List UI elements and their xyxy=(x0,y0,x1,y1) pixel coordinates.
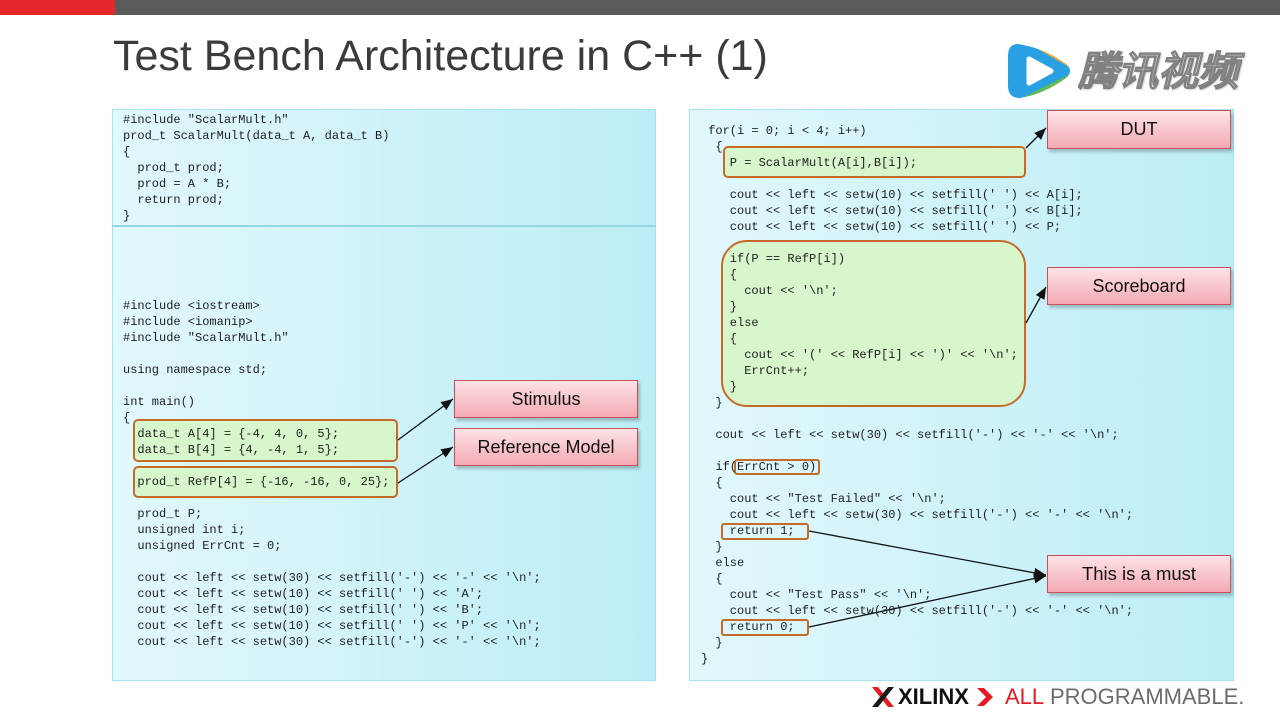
code-line: { xyxy=(701,332,738,346)
xilinx-wordmark: XILINX xyxy=(898,684,969,709)
scalar-mult-source: #include "ScalarMult.h" prod_t ScalarMult… xyxy=(123,112,389,224)
code-line: #include "ScalarMult.h" xyxy=(123,113,289,127)
code-line: if(ErrCnt > 0) xyxy=(701,460,817,474)
dut-callout: DUT xyxy=(1047,110,1231,149)
code-line: { xyxy=(123,145,131,159)
testbench-main-source: #include <iostream> #include <iomanip> #in… xyxy=(123,298,541,650)
code-line: unsigned int i; xyxy=(123,523,246,537)
code-line: { xyxy=(701,476,723,490)
panel-divider xyxy=(112,225,656,227)
code-line: cout << left << setw(10) << setfill(' ')… xyxy=(123,603,484,617)
xilinx-x-icon xyxy=(872,687,894,707)
code-line: #include "ScalarMult.h" xyxy=(123,331,289,345)
code-line: cout << left << setw(10) << setfill(' ')… xyxy=(123,619,541,633)
must-callout: This is a must xyxy=(1047,555,1231,593)
code-line: cout << left << setw(10) << setfill(' ')… xyxy=(701,188,1083,202)
code-line: prod_t prod; xyxy=(123,161,224,175)
play-icon xyxy=(1008,44,1070,98)
code-line: cout << left << setw(30) << setfill('-')… xyxy=(701,428,1119,442)
code-line: prod_t P; xyxy=(123,507,203,521)
code-line: cout << left << setw(30) << setfill('-')… xyxy=(701,508,1134,522)
code-line: return prod; xyxy=(123,193,224,207)
code-line: cout << "Test Failed" << '\n'; xyxy=(701,492,946,506)
top-bar xyxy=(0,0,1280,15)
code-line: } xyxy=(701,652,709,666)
code-line: ErrCnt++; xyxy=(701,364,810,378)
reference-model-callout: Reference Model xyxy=(454,428,638,466)
code-line: P = ScalarMult(A[i],B[i]); xyxy=(701,156,918,170)
code-line: prod = A * B; xyxy=(123,177,232,191)
code-line: cout << left << setw(10) << setfill(' ')… xyxy=(123,587,484,601)
code-line: return 0; xyxy=(701,620,795,634)
code-line: cout << left << setw(30) << setfill('-')… xyxy=(123,635,541,649)
code-line: } xyxy=(701,380,738,394)
watermark-logo-text: 腾讯视频 xyxy=(1078,48,1239,95)
code-line: cout << left << setw(30) << setfill('-')… xyxy=(123,571,541,585)
tagline-accent: ALL xyxy=(1005,684,1045,709)
code-line: return 1; xyxy=(701,524,795,538)
code-line: } xyxy=(701,396,723,410)
code-line: } xyxy=(123,209,131,223)
code-line: } xyxy=(701,540,723,554)
code-line: prod_t RefP[4] = {-16, -16, 0, 25}; xyxy=(123,475,390,489)
code-line: else xyxy=(701,316,759,330)
code-line: if(P == RefP[i]) xyxy=(701,252,846,266)
top-bar-accent xyxy=(0,0,115,15)
stimulus-callout: Stimulus xyxy=(454,380,638,418)
code-line: #include <iomanip> xyxy=(123,315,253,329)
code-line: cout << '(' << RefP[i] << ')' << '\n'; xyxy=(701,348,1018,362)
code-line: using namespace std; xyxy=(123,363,268,377)
code-line: #include <iostream> xyxy=(123,299,260,313)
code-line: cout << left << setw(30) << setfill('-')… xyxy=(701,604,1134,618)
code-line: unsigned ErrCnt = 0; xyxy=(123,539,282,553)
slide-title: Test Bench Architecture in C++ (1) xyxy=(113,32,768,80)
code-line: cout << left << setw(10) << setfill(' ')… xyxy=(701,220,1062,234)
code-line: prod_t ScalarMult(data_t A, data_t B) xyxy=(123,129,390,143)
code-line: } xyxy=(701,636,723,650)
code-line: cout << left << setw(10) << setfill(' ')… xyxy=(701,204,1083,218)
chevron-right-icon xyxy=(977,688,993,706)
scoreboard-callout: Scoreboard xyxy=(1047,267,1231,305)
tagline: PROGRAMMABLE. xyxy=(1050,684,1245,709)
